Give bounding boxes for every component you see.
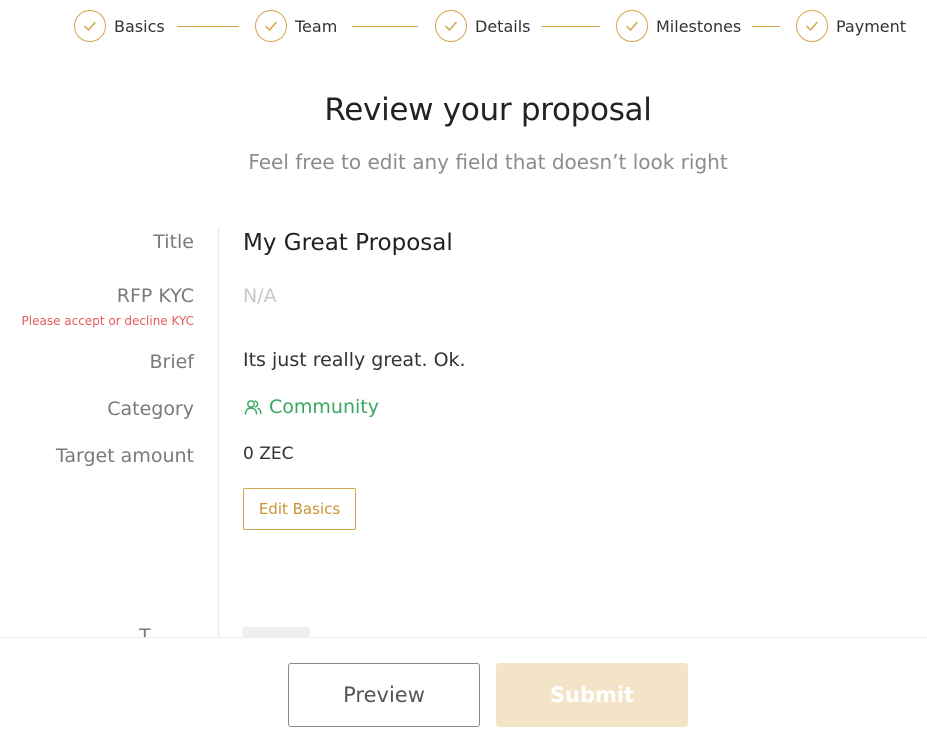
check-icon <box>796 10 828 42</box>
community-icon <box>243 397 263 417</box>
next-section-preview <box>243 627 310 637</box>
category-value: Community <box>243 396 379 418</box>
page-subtitle: Feel free to edit any field that doesn’t… <box>248 150 728 174</box>
submit-button[interactable]: Submit <box>496 663 688 727</box>
target-amount-label: Target amount <box>55 445 194 467</box>
section-divider <box>218 227 219 645</box>
check-icon <box>435 10 467 42</box>
kyc-error-message: Please accept or decline KYC <box>21 314 194 328</box>
edit-basics-button[interactable]: Edit Basics <box>243 488 356 530</box>
step-label: Milestones <box>656 16 742 36</box>
step-connector <box>541 26 600 27</box>
target-amount-value: 0 ZEC <box>243 444 294 464</box>
brief-value: Its just really great. Ok. <box>243 349 466 371</box>
step-basics[interactable]: Basics <box>74 10 165 42</box>
step-connector <box>752 26 780 27</box>
check-icon <box>616 10 648 42</box>
step-payment[interactable]: Payment <box>796 10 906 42</box>
step-connector <box>177 26 239 27</box>
step-label: Payment <box>836 16 907 36</box>
step-label: Details <box>475 16 531 36</box>
step-details[interactable]: Details <box>435 10 530 42</box>
step-milestones[interactable]: Milestones <box>616 10 741 42</box>
category-text: Community <box>269 396 379 418</box>
kyc-label: RFP KYC <box>116 285 194 307</box>
kyc-value: N/A <box>243 285 277 307</box>
title-value: My Great Proposal <box>243 230 453 256</box>
next-section-label: T <box>139 625 151 637</box>
check-icon <box>74 10 106 42</box>
step-connector <box>352 26 418 27</box>
review-footer: Preview Submit <box>0 637 927 745</box>
category-label: Category <box>107 398 194 420</box>
step-label: Team <box>295 16 338 36</box>
page-title: Review your proposal <box>324 92 652 128</box>
check-icon <box>255 10 287 42</box>
step-team[interactable]: Team <box>255 10 337 42</box>
brief-label: Brief <box>149 351 194 373</box>
step-label: Basics <box>114 16 165 36</box>
title-label: Title <box>153 231 194 253</box>
proposal-steps: Basics Team Details Milestones Payment <box>0 0 927 52</box>
preview-button[interactable]: Preview <box>288 663 480 727</box>
